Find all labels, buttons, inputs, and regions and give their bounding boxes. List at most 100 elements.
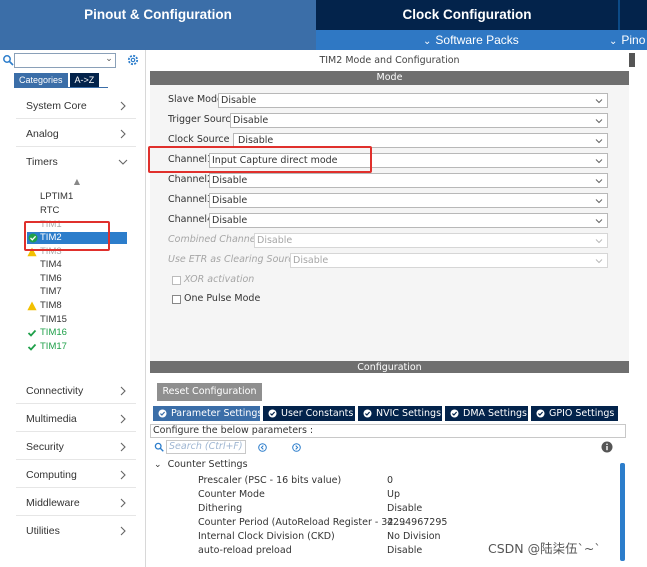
category-connectivity[interactable]: Connectivity	[26, 385, 83, 399]
tab-parameter-settings[interactable]: Parameter Settings	[153, 406, 262, 421]
tab-a-z[interactable]: A->Z	[69, 73, 100, 87]
trigger-source-select[interactable]: Disable	[230, 113, 608, 128]
tab-user-constants[interactable]: User Constants	[263, 406, 355, 421]
tab-dma-settings[interactable]: DMA Settings	[445, 406, 528, 421]
mode-section-header: Mode	[150, 71, 629, 85]
check-icon	[27, 329, 37, 337]
param-dithering-value[interactable]: Disable	[387, 502, 422, 515]
one-pulse-mode-label: One Pulse Mode	[184, 293, 261, 304]
chevron-right-icon[interactable]	[118, 498, 128, 508]
category-multimedia[interactable]: Multimedia	[26, 413, 77, 427]
mode-area: Slave Mode Disable Trigger Source Disabl…	[148, 85, 629, 407]
chevron-down-icon	[595, 159, 603, 164]
parameters-scrollbar[interactable]	[620, 463, 625, 561]
label-combined-channels: Combined Channels	[168, 234, 264, 245]
search-row: ⌄	[0, 53, 146, 69]
software-packs-menu[interactable]: ⌄ Software Packs	[423, 30, 519, 50]
channel4-select[interactable]: Disable	[209, 213, 608, 228]
timer-tim16[interactable]: TIM16	[27, 327, 67, 339]
param-clock-division-value[interactable]: No Division	[387, 530, 441, 543]
search-input[interactable]	[14, 53, 116, 68]
parameter-search-input[interactable]: Search (Ctrl+F)	[166, 440, 246, 454]
chevron-right-icon[interactable]	[118, 442, 128, 452]
param-auto-reload-value[interactable]: Disable	[387, 544, 422, 557]
chevron-down-icon[interactable]	[118, 157, 128, 167]
parameter-search: Search (Ctrl+F)	[154, 440, 250, 454]
channel2-select[interactable]: Disable	[209, 173, 608, 188]
check-icon	[27, 343, 37, 351]
label-channel4: Channel4	[168, 214, 214, 225]
watermark-text: CSDN @陆柒伍`~`	[488, 541, 601, 556]
chevron-right-icon[interactable]	[118, 526, 128, 536]
category-middleware[interactable]: Middleware	[26, 497, 80, 511]
timer-lptim1[interactable]: LPTIM1	[40, 191, 73, 203]
collapse-handle[interactable]	[629, 53, 635, 67]
chevron-right-icon[interactable]	[118, 386, 128, 396]
tab-nvic-settings[interactable]: NVIC Settings	[358, 406, 442, 421]
tab-clock-configuration[interactable]: Clock Configuration	[316, 0, 618, 30]
chevron-right-icon[interactable]	[118, 414, 128, 424]
search-icon	[154, 442, 164, 452]
slave-mode-select[interactable]: Disable	[218, 93, 608, 108]
tab-categories[interactable]: Categories	[14, 73, 68, 87]
chevron-right-icon[interactable]	[118, 101, 128, 111]
timer-tim4[interactable]: TIM4	[40, 259, 62, 271]
param-counter-mode-value[interactable]: Up	[387, 488, 400, 501]
timer-tim15[interactable]: TIM15	[40, 314, 67, 326]
label-slave-mode: Slave Mode	[168, 94, 223, 105]
reset-configuration-button[interactable]: Reset Configuration	[157, 383, 262, 401]
combined-channels-value: Disable	[257, 235, 293, 246]
chevron-right-icon[interactable]	[118, 470, 128, 480]
chevron-down-icon	[595, 199, 603, 204]
chevron-right-icon[interactable]	[118, 129, 128, 139]
use-etr-value: Disable	[293, 255, 329, 266]
check-circle-icon	[536, 409, 545, 418]
category-utilities[interactable]: Utilities	[26, 525, 60, 539]
chevron-down-icon	[595, 139, 603, 144]
timer-tim8[interactable]: TIM8	[27, 300, 62, 312]
category-analog[interactable]: Analog	[26, 128, 59, 142]
chevron-down-icon[interactable]: ⌄	[104, 53, 114, 66]
param-counter-period-value[interactable]: 4294967295	[387, 516, 447, 529]
check-circle-icon	[158, 409, 167, 418]
param-prescaler: Prescaler (PSC - 16 bits value)	[198, 475, 342, 486]
param-dithering: Dithering	[198, 503, 243, 514]
one-pulse-mode-checkbox[interactable]	[172, 295, 181, 304]
timer-tim6[interactable]: TIM6	[40, 273, 62, 285]
param-auto-reload: auto-reload preload	[198, 545, 292, 556]
timer-tim16-label: TIM16	[40, 327, 67, 338]
timer-tim17[interactable]: TIM17	[27, 341, 67, 353]
scroll-up-icon[interactable]: ▲	[73, 178, 81, 186]
category-computing[interactable]: Computing	[26, 469, 77, 483]
timer-rtc[interactable]: RTC	[40, 205, 59, 217]
xor-activation-label: XOR activation	[184, 274, 255, 285]
next-result-icon[interactable]	[292, 443, 301, 452]
chevron-down-icon: ⌄	[423, 36, 432, 47]
pinout-menu[interactable]: ⌄ Pino	[609, 30, 645, 50]
channel3-select[interactable]: Disable	[209, 193, 608, 208]
previous-result-icon[interactable]	[258, 443, 267, 452]
top-tab-bar: Pinout & Configuration Clock Configurati…	[0, 0, 647, 30]
param-counter-period: Counter Period (AutoReload Register - 32…	[198, 517, 406, 528]
counter-settings-group[interactable]: ⌄ Counter Settings	[154, 459, 248, 471]
timer-tim7[interactable]: TIM7	[40, 286, 62, 298]
chevron-down-icon: ⌄	[609, 36, 618, 47]
info-icon[interactable]	[601, 441, 613, 453]
param-prescaler-value[interactable]: 0	[387, 474, 393, 487]
category-timers[interactable]: Timers	[26, 156, 58, 170]
check-circle-icon	[268, 409, 277, 418]
use-etr-select[interactable]: Disable	[290, 253, 608, 268]
warning-icon	[27, 301, 37, 311]
chevron-down-icon	[595, 219, 603, 224]
gear-icon[interactable]	[126, 53, 140, 67]
chevron-down-icon	[595, 119, 603, 124]
tab-pinout-configuration[interactable]: Pinout & Configuration	[0, 0, 316, 30]
tab-gpio-settings[interactable]: GPIO Settings	[531, 406, 618, 421]
category-system-core[interactable]: System Core	[26, 100, 87, 114]
combined-channels-select[interactable]: Disable	[254, 233, 608, 248]
label-channel3: Channel3	[168, 194, 214, 205]
right-edge-panel	[629, 50, 647, 567]
sub-toolbar: ⌄ Software Packs ⌄ Pino	[0, 30, 647, 50]
xor-activation-checkbox[interactable]	[172, 276, 181, 285]
category-security[interactable]: Security	[26, 441, 64, 455]
